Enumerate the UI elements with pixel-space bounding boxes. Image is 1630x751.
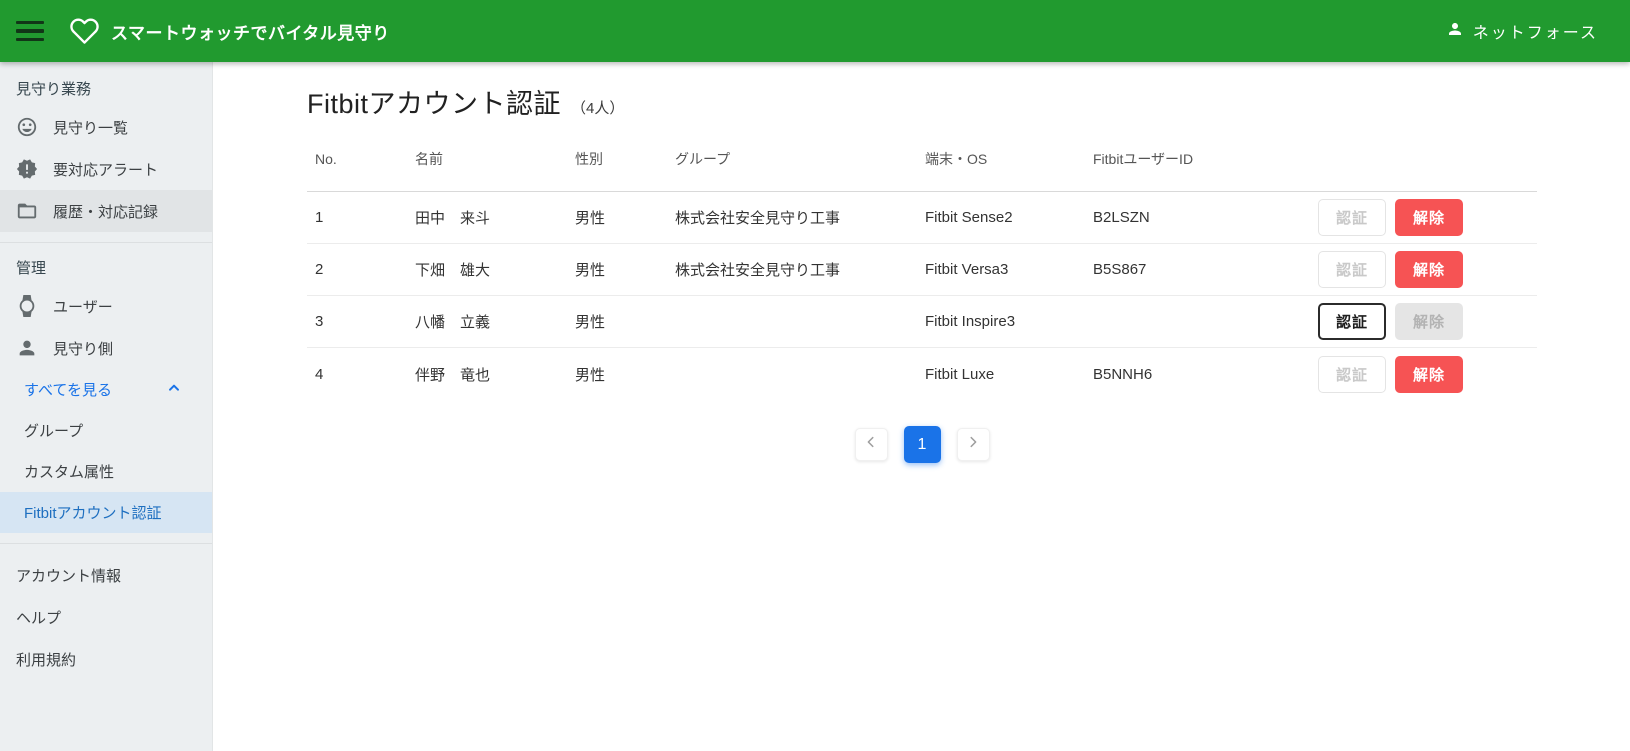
cell-gender: 男性	[575, 262, 606, 279]
col-header-device: 端末・OS	[925, 150, 988, 167]
smiley-icon	[16, 116, 38, 138]
chevron-right-icon	[966, 435, 980, 454]
person-icon	[16, 337, 38, 359]
main-content: Fitbitアカウント認証 （4人） No. 名前 性別 グループ 端末・OS …	[213, 62, 1630, 751]
cell-group: 株式会社安全見守り工事	[675, 262, 841, 279]
release-button[interactable]: 解除	[1395, 251, 1463, 288]
sidebar-divider	[0, 242, 212, 243]
col-header-group: グループ	[675, 150, 731, 167]
sidebar-item-label: グループ	[24, 423, 84, 440]
pagination: 1	[307, 426, 1537, 463]
sidebar-item-label: 見守り側	[53, 340, 114, 358]
record-count: （4人）	[571, 100, 625, 117]
cell-no: 3	[315, 313, 324, 330]
release-button[interactable]: 解除	[1395, 199, 1463, 236]
sidebar-item-watchers[interactable]: 見守り側	[0, 327, 212, 369]
cell-gender: 男性	[575, 366, 606, 384]
sidebar-item-help[interactable]: ヘルプ	[0, 596, 212, 638]
sidebar-item-account-info[interactable]: アカウント情報	[0, 554, 212, 596]
sidebar-item-terms[interactable]: 利用規約	[0, 638, 212, 680]
cell-device: Fitbit Luxe	[925, 365, 995, 383]
next-page-button[interactable]	[956, 428, 990, 461]
auth-button: 認証	[1318, 199, 1386, 236]
sidebar-item-fitbit-auth[interactable]: Fitbitアカウント認証	[0, 492, 212, 533]
cell-name: 八幡 立義	[415, 314, 491, 331]
table-row: 4 伴野 竜也 男性 Fitbit Luxe B5NNH6 認証 解除	[307, 348, 1537, 400]
alert-badge-icon	[16, 158, 38, 180]
chevron-up-icon	[166, 380, 182, 400]
sidebar-item-history[interactable]: 履歴・対応記録	[0, 190, 212, 232]
release-button[interactable]: 解除	[1395, 355, 1463, 393]
chevron-left-icon	[864, 435, 878, 454]
cell-gender: 男性	[575, 210, 606, 227]
release-button: 解除	[1395, 303, 1463, 340]
table-row: 1 田中 来斗 男性 株式会社安全見守り工事 Fitbit Sense2 B2L…	[307, 192, 1537, 244]
sidebar-item-label: ヘルプ	[16, 609, 62, 627]
sidebar-item-custom-attributes[interactable]: カスタム属性	[0, 451, 212, 492]
sidebar-divider	[0, 543, 212, 544]
sidebar-item-label: 利用規約	[16, 651, 77, 669]
fitbit-auth-table: No. 名前 性別 グループ 端末・OS FitbitユーザーID 1 田中 来…	[307, 126, 1537, 400]
user-icon	[1446, 20, 1464, 43]
prev-page-button[interactable]	[854, 428, 888, 461]
cell-device: Fitbit Sense2	[925, 209, 1013, 226]
sidebar-item-label: 履歴・対応記録	[53, 203, 159, 221]
page-title: Fitbitアカウント認証	[307, 89, 562, 119]
cell-name: 伴野 竜也	[415, 366, 491, 384]
auth-button: 認証	[1318, 355, 1386, 393]
sidebar-item-label: ユーザー	[53, 298, 113, 316]
cell-fitbit-id: B5NNH6	[1093, 365, 1153, 383]
sidebar-section-admin: 管理	[16, 260, 47, 277]
cell-device: Fitbit Versa3	[925, 261, 1009, 278]
table-header-row: No. 名前 性別 グループ 端末・OS FitbitユーザーID	[307, 126, 1537, 192]
cell-gender: 男性	[575, 314, 606, 331]
col-header-no: No.	[315, 150, 337, 167]
cell-group: 株式会社安全見守り工事	[675, 210, 841, 227]
app-brand: スマートウォッチでバイタル見守り	[68, 16, 390, 46]
hamburger-menu-icon[interactable]	[16, 21, 44, 41]
auth-button[interactable]: 認証	[1318, 303, 1386, 340]
cell-no: 2	[315, 261, 324, 278]
col-header-fitbit-id: FitbitユーザーID	[1093, 150, 1194, 167]
sidebar-item-label: Fitbitアカウント認証	[24, 505, 162, 522]
cell-fitbit-id: B5S867	[1093, 261, 1147, 278]
sidebar: 見守り業務 見守り一覧 要対応アラート 履歴・対応記録 管理 ユーザー 見守り側…	[0, 62, 213, 751]
user-name: ネットフォース	[1472, 25, 1598, 42]
app-window: スマートウォッチでバイタル見守り ネットフォース 見守り業務 見守り一覧 要対応…	[0, 0, 1630, 751]
sidebar-item-label: アカウント情報	[16, 567, 122, 585]
sidebar-item-label: カスタム属性	[24, 464, 115, 481]
sidebar-item-groups[interactable]: グループ	[0, 410, 212, 451]
folder-icon	[16, 200, 38, 222]
sidebar-item-alerts[interactable]: 要対応アラート	[0, 148, 212, 190]
current-page-button[interactable]: 1	[903, 426, 941, 463]
cell-device: Fitbit Inspire3	[925, 313, 1016, 330]
sidebar-item-watch-list[interactable]: 見守り一覧	[0, 106, 212, 148]
user-menu[interactable]: ネットフォース	[1446, 19, 1598, 43]
col-header-name: 名前	[415, 150, 443, 167]
sidebar-section-monitoring: 見守り業務	[16, 81, 92, 98]
cell-no: 4	[315, 365, 324, 383]
auth-button: 認証	[1318, 251, 1386, 288]
sidebar-item-users[interactable]: ユーザー	[0, 285, 212, 327]
sidebar-item-label: すべてを見る	[24, 382, 113, 399]
heart-icon	[68, 16, 101, 46]
table-row: 2 下畑 雄大 男性 株式会社安全見守り工事 Fitbit Versa3 B5S…	[307, 244, 1537, 296]
top-bar: スマートウォッチでバイタル見守り ネットフォース	[0, 0, 1630, 62]
col-header-gender: 性別	[575, 150, 603, 167]
sidebar-item-see-all[interactable]: すべてを見る	[0, 369, 212, 410]
cell-name: 下畑 雄大	[415, 262, 491, 279]
cell-fitbit-id: B2LSZN	[1093, 209, 1150, 226]
app-title: スマートウォッチでバイタル見守り	[111, 23, 390, 43]
sidebar-item-label: 見守り一覧	[53, 119, 129, 137]
watch-icon	[16, 295, 38, 317]
cell-name: 田中 来斗	[415, 210, 491, 227]
table-row: 3 八幡 立義 男性 Fitbit Inspire3 認証 解除	[307, 296, 1537, 348]
cell-no: 1	[315, 209, 324, 226]
sidebar-item-label: 要対応アラート	[53, 161, 159, 179]
